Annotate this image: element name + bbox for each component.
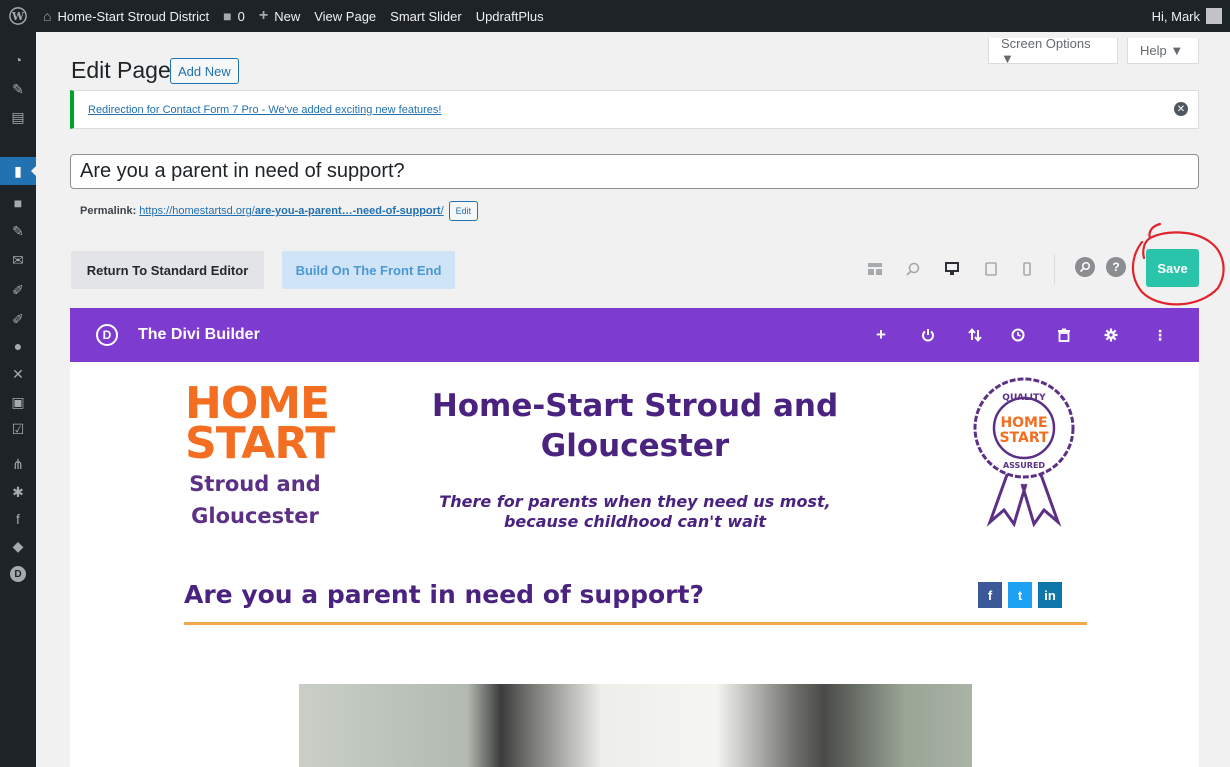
badge-start-text: START — [999, 430, 1049, 446]
checkbox-icon[interactable]: ☑ — [0, 415, 36, 443]
twitter-icon[interactable]: t — [1008, 582, 1032, 608]
logo-line-start: START — [185, 418, 335, 469]
facebook-menu-icon[interactable]: f — [0, 505, 36, 533]
facebook-icon[interactable]: f — [978, 582, 1002, 608]
tablet-view-icon[interactable] — [982, 260, 1000, 278]
admin-bar-comments[interactable]: ■ 0 — [216, 0, 252, 32]
build-on-front-end-button[interactable]: Build On The Front End — [282, 251, 455, 289]
wordpress-logo-icon[interactable]: W — [0, 0, 36, 32]
plugins-icon[interactable]: ✐ — [0, 305, 36, 333]
add-icon[interactable]: + — [872, 325, 890, 344]
media-icon[interactable]: ▤ — [0, 103, 36, 131]
settings-grid-icon[interactable]: ▣ — [0, 388, 36, 416]
gear-icon[interactable]: ✱ — [0, 478, 36, 506]
linkedin-glyph: in — [1044, 587, 1056, 603]
users-icon[interactable]: ● — [0, 332, 36, 360]
avatar — [1206, 8, 1222, 24]
admin-bar-site-name[interactable]: ⌂ Home-Start Stroud District — [36, 0, 216, 32]
more-options-icon[interactable]: ⋮ — [1151, 326, 1169, 344]
permalink-edit-button[interactable]: Edit — [448, 201, 479, 221]
comments-count: 0 — [237, 8, 245, 24]
red-circle-annotation — [1131, 222, 1225, 306]
history-clock-icon[interactable] — [1009, 326, 1027, 344]
page-heading: Are you a parent in need of support? — [184, 580, 704, 609]
heading-rule — [184, 622, 1087, 625]
plus-icon: + — [258, 7, 269, 24]
admin-bar: W ⌂ Home-Start Stroud District ■ 0 + New… — [0, 0, 1230, 32]
tagline-line1: There for parents when they need us most… — [439, 492, 831, 511]
site-title-line2: Gloucester — [540, 428, 730, 464]
sitemap-icon[interactable]: ⋔ — [0, 450, 36, 478]
tools-icon[interactable]: ✕ — [0, 360, 36, 388]
svg-text:W: W — [11, 10, 25, 23]
page-title: Edit Page — [71, 57, 171, 83]
pages-icon[interactable]: ▮ — [0, 157, 37, 185]
search-circle-icon[interactable] — [1075, 257, 1095, 277]
graduation-cap-icon[interactable]: ◆ — [0, 532, 36, 560]
settings-gear-icon[interactable] — [1102, 326, 1120, 344]
permalink-slug: are-you-a-parent…-need-of-support — [254, 205, 441, 217]
admin-bar-new[interactable]: + New — [252, 0, 307, 32]
help-button[interactable]: Help ▼ — [1127, 38, 1199, 64]
screen-options-button[interactable]: Screen Options ▼ — [988, 36, 1118, 66]
add-new-button[interactable]: Add New — [170, 58, 239, 84]
home-icon: ⌂ — [43, 8, 52, 24]
home-start-logo: HOME START Stroud and Gloucester — [185, 382, 335, 529]
dismiss-icon[interactable]: ✕ — [1174, 102, 1188, 116]
permalink-trail: / — [440, 205, 444, 217]
trash-icon[interactable] — [1055, 326, 1073, 344]
logo-sub-line2: Gloucester — [191, 504, 319, 528]
divi-builder-header: D The Divi Builder + ⋮ — [70, 308, 1199, 362]
twitter-glyph: t — [1017, 587, 1023, 603]
toolbar-divider — [1054, 254, 1055, 284]
admin-bar-view-page[interactable]: View Page — [307, 0, 383, 32]
badge-home-text: HOME — [1000, 415, 1047, 431]
facebook-glyph: f — [987, 587, 993, 603]
tagline-line2: because childhood can't wait — [503, 512, 767, 531]
power-icon[interactable] — [919, 326, 937, 344]
hero-photo — [299, 684, 972, 767]
comment-icon: ■ — [223, 8, 232, 24]
mail-icon[interactable]: ✉ — [0, 246, 36, 274]
badge-top-text: QUALITY — [1002, 393, 1046, 403]
post-title-input[interactable]: Are you a parent in need of support? — [70, 154, 1199, 189]
site-tagline: There for parents when they need us most… — [410, 492, 860, 532]
site-name-label: Home-Start Stroud District — [57, 8, 210, 24]
site-title-line1: Home-Start Stroud and — [431, 388, 839, 424]
permalink-link[interactable]: https://homestartsd.org/are-you-a-parent… — [139, 205, 443, 217]
linkedin-icon[interactable]: in — [1038, 582, 1062, 608]
permalink-row: Permalink: https://homestartsd.org/are-y… — [80, 201, 479, 221]
greeting-label: Hi, Mark — [1151, 8, 1200, 24]
divi-menu-icon[interactable]: D — [0, 560, 36, 588]
site-title: Home-Start Stroud and Gloucester — [420, 386, 850, 466]
sort-arrows-icon[interactable] — [966, 326, 984, 344]
phone-view-icon[interactable] — [1018, 260, 1036, 278]
posts-pin-icon[interactable]: ✎ — [0, 75, 36, 103]
desktop-view-icon[interactable] — [943, 260, 961, 278]
notice-link[interactable]: Redirection for Contact Form 7 Pro - We'… — [88, 104, 441, 116]
permalink-base: https://homestartsd.org/ — [139, 205, 255, 217]
new-label: New — [274, 8, 301, 24]
admin-bar-updraftplus[interactable]: UpdraftPlus — [469, 0, 551, 32]
permalink-label: Permalink: — [80, 205, 137, 217]
appearance-icon[interactable]: ✐ — [0, 276, 36, 304]
divi-builder-title: The Divi Builder — [138, 326, 260, 343]
wireframe-view-icon[interactable] — [866, 260, 884, 278]
projects-pin-icon[interactable]: ✎ — [0, 217, 36, 245]
divi-logo-icon: D — [96, 324, 118, 346]
admin-bar-smart-slider[interactable]: Smart Slider — [383, 0, 469, 32]
admin-bar-account[interactable]: Hi, Mark — [1145, 0, 1230, 32]
builder-canvas: HOME START Stroud and Gloucester Home-St… — [70, 362, 1199, 767]
admin-sidebar: ◔ ✎ ▤ ▮ ■ ✎ ✉ ✐ ✐ ● ✕ ▣ ☑ ⋔ ✱ f ◆ D — [0, 32, 37, 767]
quality-assured-badge: QUALITY HOME START ASSURED — [973, 377, 1075, 528]
return-to-standard-editor-button[interactable]: Return To Standard Editor — [71, 251, 264, 289]
dashboard-icon[interactable]: ◔ — [0, 46, 36, 74]
badge-bottom-text: ASSURED — [1003, 461, 1045, 470]
zoom-icon[interactable] — [904, 260, 922, 278]
comments-icon[interactable]: ■ — [0, 189, 36, 217]
logo-sub-line1: Stroud and — [189, 472, 321, 496]
admin-notice: Redirection for Contact Form 7 Pro - We'… — [70, 90, 1199, 129]
